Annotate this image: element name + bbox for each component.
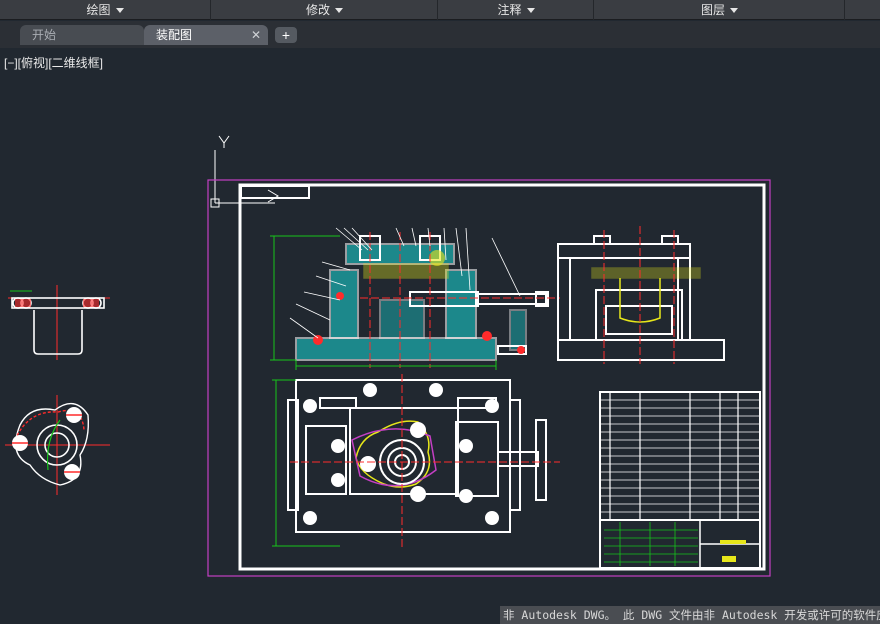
ribbon-menu-bar: 绘图 修改 注释 图层: [0, 0, 880, 20]
menu-annotate[interactable]: 注释: [439, 0, 594, 20]
menu-modify-label: 修改: [305, 3, 330, 17]
parts-list-table: [599, 391, 761, 569]
viewport-controls-label[interactable]: [−][俯视][二维线框]: [4, 54, 103, 71]
menu-draw[interactable]: 绘图: [0, 0, 211, 20]
menu-layers[interactable]: 图层: [595, 0, 845, 20]
chevron-down-icon: [115, 8, 124, 14]
part-detail-top: [8, 285, 110, 360]
tab-assembly-label: 装配图: [156, 28, 193, 42]
chevron-down-icon: [335, 8, 343, 14]
close-icon[interactable]: ✕: [251, 25, 261, 45]
sheet-border: [238, 183, 766, 571]
tab-start-label: 开始: [32, 28, 57, 42]
chevron-down-icon: [526, 8, 535, 14]
side-view: [557, 226, 725, 364]
chevron-down-icon: [730, 8, 738, 14]
front-section-view: [270, 227, 560, 370]
add-tab-button[interactable]: +: [275, 27, 297, 43]
sheet-code-box: [240, 185, 310, 199]
top-plan-view: [272, 374, 560, 548]
tab-assembly-drawing[interactable]: 装配图 ✕: [144, 25, 268, 45]
drawing-canvas[interactable]: Y: [0, 48, 880, 624]
non-autodesk-dwg-warning: 非 Autodesk DWG。 此 DWG 文件由非 Autodesk 开发或许…: [500, 606, 880, 624]
ucs-icon: [210, 135, 279, 208]
menu-modify[interactable]: 修改: [212, 0, 438, 20]
tab-start[interactable]: 开始: [20, 25, 144, 45]
menu-annotate-label: 注释: [497, 3, 522, 17]
file-tab-bar: 开始 装配图 ✕ +: [0, 21, 880, 48]
part-detail-bottom: [5, 395, 110, 495]
menu-layers-label: 图层: [700, 3, 725, 17]
menu-draw-label: 绘图: [86, 3, 111, 17]
